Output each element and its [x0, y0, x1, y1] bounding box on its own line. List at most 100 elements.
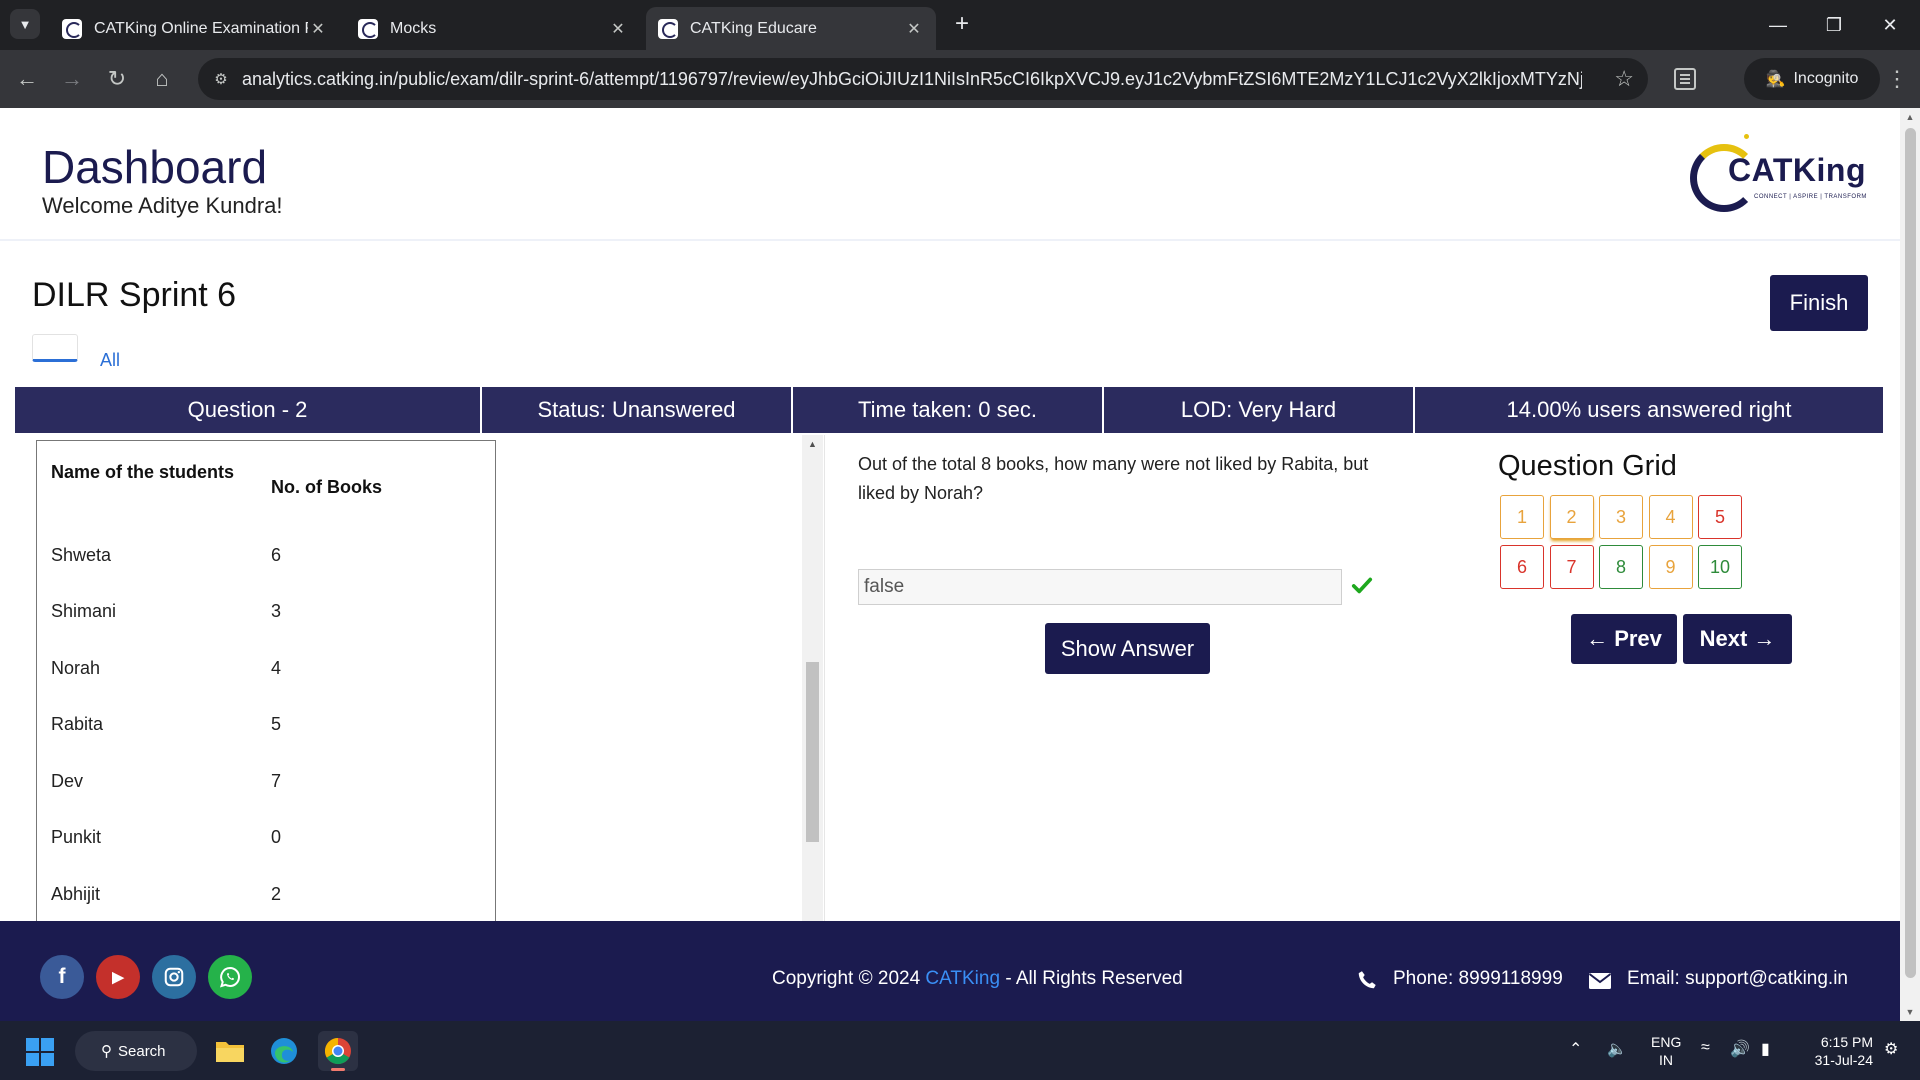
restore-window-icon[interactable]: ❐: [1806, 0, 1862, 50]
close-tab-icon[interactable]: ✕: [608, 19, 628, 39]
catking-favicon-icon: [658, 18, 678, 39]
copyright-prefix: Copyright © 2024: [772, 968, 921, 989]
question-grid-cell-1[interactable]: 1: [1500, 495, 1544, 539]
book-count: 6: [271, 545, 282, 565]
catking-logo[interactable]: CATKing CONNECT | ASPIRE | TRANSFORM: [1684, 134, 1867, 218]
question-grid-cell-7[interactable]: 7: [1549, 545, 1594, 589]
book-count: 7: [271, 771, 282, 791]
speaker-icon[interactable]: 🔈: [1607, 1039, 1627, 1059]
clock-time: 6:15 PM: [1820, 1034, 1873, 1050]
question-grid-cell-2[interactable]: 2: [1549, 495, 1594, 539]
question-grid-cell-3[interactable]: 3: [1599, 495, 1643, 539]
active-app-indicator: [331, 1068, 345, 1071]
scroll-down-arrow-icon[interactable]: ▼: [1900, 1003, 1920, 1021]
windows-taskbar: ⚲ Search ⌃ 🔈 ENG IN ≈ 🔊 ▮ 6:15 PM 31-Jul…: [0, 1021, 1920, 1080]
whatsapp-icon[interactable]: [208, 955, 252, 999]
users-answered-right: 14.00% users answered right: [1506, 397, 1792, 422]
logo-tagline: CONNECT | ASPIRE | TRANSFORM: [1754, 194, 1867, 200]
catking-footer-link[interactable]: CATKing: [925, 968, 1000, 989]
book-count: 4: [271, 658, 282, 678]
notifications-icon[interactable]: ⚙: [1884, 1039, 1898, 1059]
student-name: Abhijit: [51, 884, 101, 904]
incognito-icon: 🕵: [1765, 71, 1786, 88]
site-footer: f ▶ Copyright © 2024 CATKing - All Right…: [0, 921, 1900, 1021]
phone-icon: [1358, 971, 1376, 989]
column-header-books: No. of Books: [271, 477, 382, 497]
level-of-difficulty: LOD: Very Hard: [1104, 387, 1415, 433]
tab-search-chevron-icon[interactable]: ▼: [10, 9, 40, 39]
file-explorer-icon[interactable]: [210, 1031, 250, 1071]
question-grid-cell-4[interactable]: 4: [1648, 495, 1693, 539]
prev-button[interactable]: ← Prev: [1571, 614, 1677, 664]
url-text[interactable]: analytics.catking.in/public/exam/dilr-sp…: [242, 69, 1582, 90]
exam-title: DILR Sprint 6: [32, 276, 237, 314]
browser-tab-label: CATKing Educare: [690, 19, 817, 37]
check-icon: [1351, 577, 1373, 594]
question-grid-cell-10[interactable]: 10: [1698, 545, 1742, 589]
instagram-icon[interactable]: [152, 955, 196, 999]
book-count: 5: [271, 714, 282, 734]
minimize-window-icon[interactable]: —: [1750, 0, 1806, 50]
filter-toggle[interactable]: [32, 334, 78, 362]
page-title: Dashboard: [42, 141, 268, 193]
edge-glyph: [271, 1038, 297, 1064]
close-tab-icon[interactable]: ✕: [308, 19, 328, 39]
reading-list-icon[interactable]: [1674, 68, 1696, 90]
question-grid-cell-5[interactable]: 5: [1698, 495, 1742, 539]
tray-chevron-up-icon[interactable]: ⌃: [1569, 1039, 1582, 1059]
forward-arrow-icon[interactable]: →: [55, 62, 89, 96]
windows-start-icon[interactable]: [26, 1038, 54, 1066]
browser-tab-educare[interactable]: CATKing Educare ✕: [646, 7, 936, 50]
mail-icon: [1588, 973, 1612, 989]
student-name: Norah: [51, 658, 101, 678]
wifi-icon[interactable]: ≈: [1701, 1039, 1710, 1057]
answer-input[interactable]: [858, 569, 1342, 605]
youtube-icon[interactable]: ▶: [96, 955, 140, 999]
home-icon[interactable]: ⌂: [145, 62, 179, 96]
question-grid-cell-6[interactable]: 6: [1500, 545, 1544, 589]
taskbar-search[interactable]: ⚲ Search: [75, 1031, 197, 1071]
chrome-browser-icon[interactable]: [318, 1031, 358, 1071]
browser-tab-label: CATKing Online Examination Pla: [94, 19, 308, 37]
question-number: Question - 2: [15, 387, 482, 433]
column-header-name: Name of the students: [51, 462, 235, 482]
scrollbar-thumb[interactable]: [806, 662, 819, 842]
battery-icon[interactable]: ▮: [1761, 1039, 1770, 1059]
next-button[interactable]: Next →: [1683, 614, 1792, 664]
logo-dot: [1744, 134, 1749, 139]
browser-tab-exam[interactable]: CATKing Online Examination Pla ✕: [50, 7, 340, 50]
edge-browser-icon[interactable]: [264, 1031, 304, 1071]
close-tab-icon[interactable]: ✕: [904, 19, 924, 39]
book-count: 0: [271, 827, 282, 847]
folder-glyph: [216, 1042, 244, 1062]
page-scrollbar[interactable]: ▲ ▼: [1900, 108, 1920, 1021]
taskbar-clock[interactable]: 6:15 PM 31-Jul-24: [1793, 1033, 1873, 1069]
chrome-glyph: [324, 1037, 351, 1065]
question-text: Out of the total 8 books, how many were …: [858, 454, 1369, 503]
site-settings-icon[interactable]: ⚙: [210, 68, 232, 90]
footer-email[interactable]: Email: support@catking.in: [1627, 968, 1848, 990]
browser-tab-mocks[interactable]: Mocks ✕: [346, 7, 640, 50]
address-bar[interactable]: ⚙ analytics.catking.in/public/exam/dilr-…: [198, 58, 1648, 100]
footer-phone[interactable]: Phone: 8999118999: [1393, 968, 1563, 990]
new-tab-plus-icon[interactable]: +: [948, 11, 976, 39]
finish-button[interactable]: Finish: [1770, 275, 1868, 331]
scroll-up-arrow-icon[interactable]: ▲: [802, 439, 823, 449]
question-grid-cell-8[interactable]: 8: [1599, 545, 1643, 589]
question-grid-cell-9[interactable]: 9: [1648, 545, 1693, 589]
facebook-icon[interactable]: f: [40, 955, 84, 999]
logo-text: CATKing: [1728, 152, 1866, 188]
reload-icon[interactable]: ↻: [100, 62, 134, 96]
input-language[interactable]: ENG IN: [1651, 1033, 1681, 1069]
page-scrollbar-thumb[interactable]: [1905, 128, 1916, 978]
filter-all-link[interactable]: All: [100, 350, 120, 371]
show-answer-button[interactable]: Show Answer: [1045, 623, 1210, 674]
bookmark-star-icon[interactable]: ☆: [1614, 66, 1634, 92]
scroll-up-arrow-icon[interactable]: ▲: [1900, 108, 1920, 126]
back-arrow-icon[interactable]: ←: [10, 62, 44, 96]
incognito-badge[interactable]: 🕵 Incognito: [1744, 58, 1880, 100]
volume-icon[interactable]: 🔊: [1730, 1039, 1750, 1059]
catking-favicon-icon: [358, 18, 378, 39]
close-window-icon[interactable]: ✕: [1862, 0, 1918, 50]
browser-menu-icon[interactable]: ⋮: [1882, 62, 1912, 96]
